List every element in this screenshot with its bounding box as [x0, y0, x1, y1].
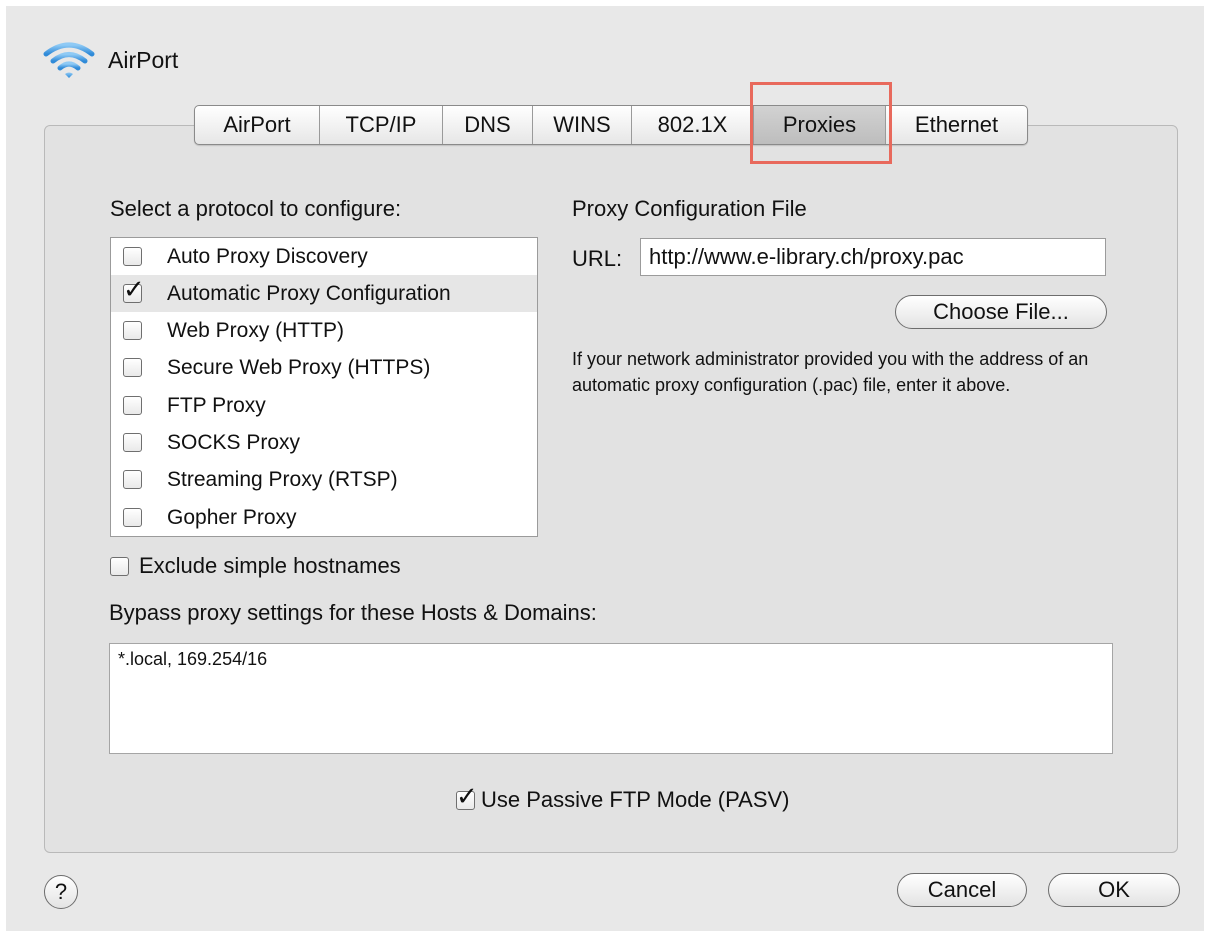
protocol-item[interactable]: Streaming Proxy (RTSP): [111, 461, 537, 498]
tab-bar: AirPort TCP/IP DNS WINS 802.1X Proxies E…: [194, 105, 1028, 145]
choose-file-button[interactable]: Choose File...: [895, 295, 1107, 329]
protocol-checkbox[interactable]: [123, 470, 142, 489]
exclude-simple-hostnames[interactable]: Exclude simple hostnames: [110, 553, 401, 579]
tab-dns[interactable]: DNS: [443, 106, 533, 144]
url-label: URL:: [572, 246, 623, 271]
protocol-label: FTP Proxy: [167, 393, 266, 417]
exclude-checkbox[interactable]: [110, 556, 129, 576]
config-help-text: If your network administrator provided y…: [572, 349, 1089, 395]
protocol-checkbox[interactable]: [123, 396, 142, 415]
tab-802-1x[interactable]: 802.1X: [632, 106, 754, 144]
protocol-item[interactable]: SOCKS Proxy: [111, 424, 537, 461]
protocol-item[interactable]: FTP Proxy: [111, 387, 537, 424]
checkmark-icon: ✓: [456, 780, 478, 811]
proxies-tab-highlight: [750, 82, 892, 164]
protocol-heading: Select a protocol to configure:: [110, 196, 402, 221]
header: AirPort: [42, 40, 178, 80]
help-button[interactable]: ?: [44, 875, 78, 909]
url-input[interactable]: http://www.e-library.ch/proxy.pac: [640, 238, 1106, 276]
checkmark-icon: ✓: [123, 274, 145, 304]
protocol-label: SOCKS Proxy: [167, 430, 301, 454]
protocol-label: Web Proxy (HTTP): [167, 318, 344, 342]
exclude-label: Exclude simple hostnames: [139, 553, 401, 578]
ok-button[interactable]: OK: [1048, 873, 1180, 907]
passive-ftp-option[interactable]: ✓ Use Passive FTP Mode (PASV): [456, 783, 790, 813]
passive-ftp-checkbox[interactable]: ✓: [456, 783, 478, 810]
protocol-checkbox[interactable]: [123, 358, 142, 377]
protocol-label: Auto Proxy Discovery: [167, 244, 368, 268]
protocol-checkbox[interactable]: [123, 321, 142, 340]
protocol-item[interactable]: Secure Web Proxy (HTTPS): [111, 349, 537, 386]
tab-wins[interactable]: WINS: [533, 106, 632, 144]
bypass-hosts-textarea[interactable]: *.local, 169.254/16: [109, 643, 1113, 754]
passive-ftp-label: Use Passive FTP Mode (PASV): [481, 787, 790, 812]
protocol-item-selected[interactable]: ✓ Automatic Proxy Configuration: [111, 275, 537, 312]
tab-tcp-ip[interactable]: TCP/IP: [320, 106, 443, 144]
wifi-icon: [43, 42, 95, 78]
tab-ethernet[interactable]: Ethernet: [886, 106, 1027, 144]
tab-airport[interactable]: AirPort: [195, 106, 320, 144]
protocol-label: Secure Web Proxy (HTTPS): [167, 355, 431, 379]
header-title: AirPort: [108, 46, 179, 73]
config-heading: Proxy Configuration File: [572, 196, 807, 221]
protocol-checkbox[interactable]: ✓: [123, 276, 145, 303]
protocol-checkbox[interactable]: [123, 508, 142, 527]
protocol-item[interactable]: Web Proxy (HTTP): [111, 312, 537, 349]
protocol-label: Streaming Proxy (RTSP): [167, 467, 398, 491]
protocol-label: Automatic Proxy Configuration: [167, 281, 451, 305]
protocol-item[interactable]: Auto Proxy Discovery: [111, 238, 537, 275]
protocol-list: Auto Proxy Discovery ✓ Automatic Proxy C…: [110, 237, 538, 537]
protocol-item[interactable]: Gopher Proxy: [111, 499, 537, 536]
protocol-checkbox[interactable]: [123, 433, 142, 452]
protocol-checkbox[interactable]: [123, 247, 142, 266]
bypass-label: Bypass proxy settings for these Hosts & …: [109, 600, 597, 625]
cancel-button[interactable]: Cancel: [897, 873, 1027, 907]
protocol-label: Gopher Proxy: [167, 505, 297, 529]
